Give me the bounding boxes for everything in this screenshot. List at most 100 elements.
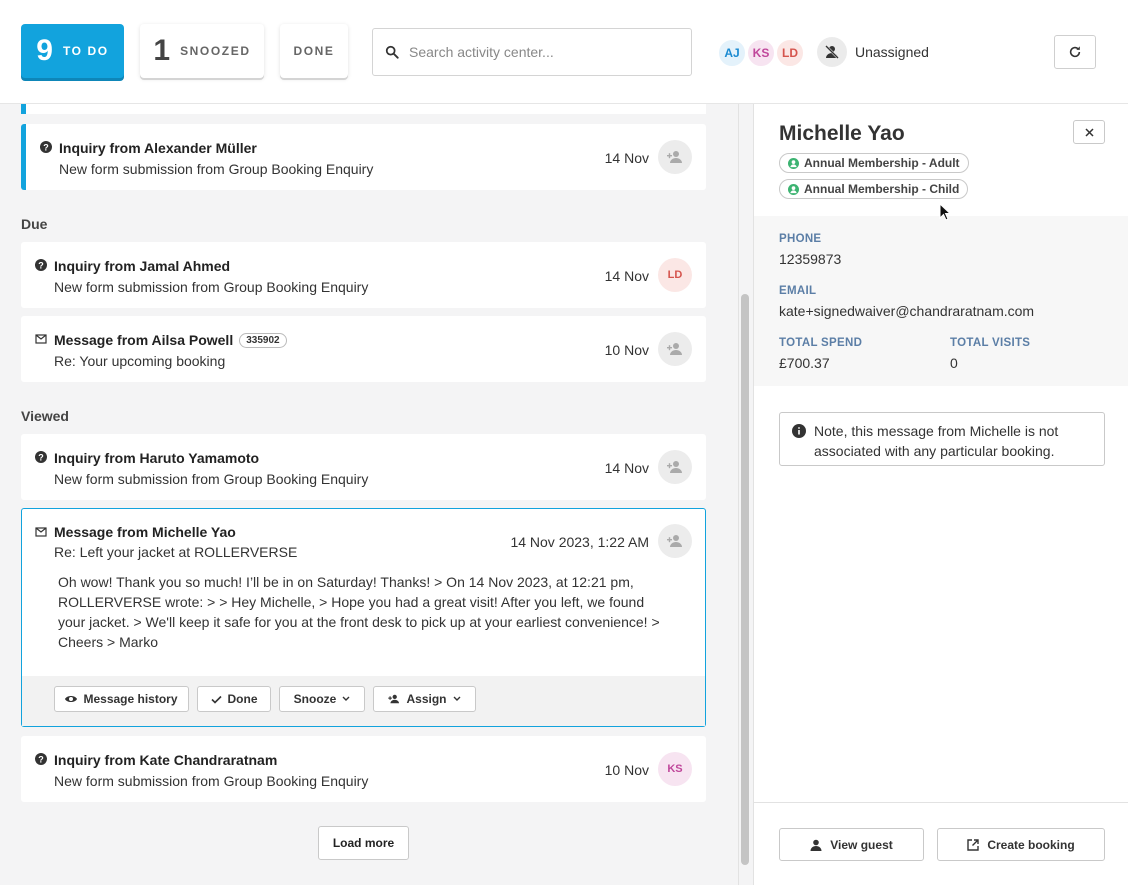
question-icon: ? — [40, 141, 52, 153]
expanded-subtitle: Re: Left your jacket at ROLLERVERSE — [54, 544, 298, 560]
item-date: 14 Nov — [604, 460, 649, 476]
total-spend-value: £700.37 — [779, 355, 830, 371]
done-label: DONE — [293, 44, 335, 58]
assignee-avatar[interactable]: KS — [658, 752, 692, 786]
assign-label: Assign — [406, 692, 447, 706]
assignee-avatar[interactable]: LD — [658, 258, 692, 292]
item-date: 10 Nov — [604, 342, 649, 358]
list-item[interactable]: ? Inquiry from Kate Chandraratnam New fo… — [21, 736, 706, 802]
item-subtitle: New form submission from Group Booking E… — [54, 471, 369, 487]
section-due: Due — [21, 216, 48, 232]
assign-user-button[interactable] — [658, 450, 692, 484]
item-date: 14 Nov — [604, 150, 649, 166]
message-history-label: Message history — [83, 692, 178, 706]
assignee-filter-ld[interactable]: LD — [775, 38, 805, 68]
note-text: Note, this message from Michelle is not … — [814, 423, 1059, 459]
unread-marker — [21, 124, 26, 190]
panel-divider — [738, 104, 739, 885]
item-date: 14 Nov — [604, 268, 649, 284]
unassigned-filter[interactable]: Unassigned — [817, 37, 929, 67]
item-subtitle: Re: Your upcoming booking — [54, 353, 226, 369]
chevron-down-icon — [453, 696, 460, 701]
list-item[interactable]: Message from Ailsa Powell 335902 Re: Your… — [21, 316, 706, 382]
expanded-message-card[interactable]: Message from Michelle Yao Re: Left your … — [21, 508, 706, 727]
expanded-title: Message from Michelle Yao — [54, 524, 236, 540]
snoozed-label: SNOOZED — [180, 44, 251, 58]
item-title: Inquiry from Haruto Yamamoto — [54, 450, 260, 466]
booking-note: Note, this message from Michelle is not … — [779, 412, 1105, 466]
item-subtitle: New form submission from Group Booking E… — [54, 773, 369, 789]
assignee-filter-aj[interactable]: AJ — [717, 38, 747, 68]
snoozed-count: 1 — [153, 34, 171, 67]
guest-info: PHONE 12359873 EMAIL kate+signedwaiver@c… — [754, 216, 1128, 386]
load-more-button[interactable]: Load more — [318, 826, 409, 860]
activity-header: 9 TO DO 1 SNOOZED DONE AJ KS LD Unassign… — [0, 0, 1128, 104]
svg-text:?: ? — [43, 143, 49, 153]
unassigned-user-icon — [817, 37, 847, 67]
question-icon: ? — [35, 451, 47, 463]
member-check-icon — [788, 157, 799, 169]
membership-badge: Annual Membership - Adult — [779, 153, 969, 173]
svg-text:?: ? — [38, 755, 44, 765]
snooze-button[interactable]: Snooze — [279, 686, 365, 712]
message-actions: Message history Done Snooze Assign — [22, 676, 705, 726]
assign-user-button[interactable] — [658, 524, 692, 558]
refresh-button[interactable] — [1054, 35, 1096, 69]
list-item[interactable]: ? Inquiry from Jamal Ahmed New form subm… — [21, 242, 706, 308]
envelope-icon — [35, 334, 47, 344]
membership-label: Annual Membership - Adult — [804, 156, 960, 170]
membership-badge: Annual Membership - Child — [779, 179, 969, 199]
done-label: Done — [227, 692, 258, 706]
snooze-label: Snooze — [293, 692, 337, 706]
question-icon: ? — [35, 259, 47, 271]
assignee-filter-ks[interactable]: KS — [746, 38, 776, 68]
svg-text:?: ? — [38, 261, 44, 271]
add-user-icon — [667, 343, 682, 355]
list-item[interactable]: ? Inquiry from Alexander Müller New form… — [21, 124, 706, 190]
item-title: Inquiry from Jamal Ahmed — [54, 258, 231, 274]
question-icon: ? — [35, 753, 47, 765]
total-spend-label: TOTAL SPEND — [779, 337, 863, 349]
assign-user-button[interactable] — [658, 140, 692, 174]
assign-button[interactable]: Assign — [373, 686, 476, 712]
tab-to-do[interactable]: 9 TO DO — [21, 24, 124, 78]
todo-label: TO DO — [62, 44, 109, 58]
view-guest-label: View guest — [830, 837, 893, 852]
check-icon — [210, 695, 222, 704]
message-body: Oh wow! Thank you so much! I’ll be in on… — [58, 574, 660, 650]
search-input[interactable] — [409, 44, 679, 60]
phone-label: PHONE — [779, 233, 822, 245]
close-button[interactable] — [1073, 120, 1105, 144]
item-subtitle: New form submission from Group Booking E… — [54, 279, 369, 295]
list-item-partial[interactable] — [21, 104, 706, 114]
user-icon — [810, 839, 822, 851]
email-value: kate+signedwaiver@chandraratnam.com — [779, 303, 1035, 319]
item-title: Inquiry from Alexander Müller — [59, 140, 257, 156]
add-user-icon — [388, 694, 400, 704]
todo-count: 9 — [36, 34, 53, 67]
create-booking-button[interactable]: Create booking — [937, 828, 1105, 861]
svg-text:?: ? — [38, 453, 44, 463]
list-scrollbar[interactable] — [741, 294, 749, 865]
done-button[interactable]: Done — [197, 686, 271, 712]
tab-done[interactable]: DONE — [280, 24, 348, 78]
member-check-icon — [788, 183, 799, 195]
section-viewed: Viewed — [21, 408, 69, 424]
chevron-down-icon — [342, 696, 350, 701]
envelope-icon — [35, 527, 47, 537]
list-item[interactable]: ? Inquiry from Haruto Yamamoto New form … — [21, 434, 706, 500]
booking-ref-badge: 335902 — [239, 332, 287, 348]
panel-footer: View guest Create booking — [754, 802, 1128, 885]
unread-marker — [21, 104, 26, 114]
phone-value: 12359873 — [779, 251, 842, 267]
unassigned-label: Unassigned — [855, 44, 929, 60]
add-user-icon — [667, 461, 682, 473]
assign-user-button[interactable] — [658, 332, 692, 366]
refresh-icon — [1069, 46, 1081, 58]
message-history-button[interactable]: Message history — [54, 686, 189, 712]
close-icon — [1084, 127, 1094, 137]
item-title: Inquiry from Kate Chandraratnam — [54, 752, 278, 768]
view-guest-button[interactable]: View guest — [779, 828, 924, 861]
add-user-icon — [667, 151, 682, 163]
tab-snoozed[interactable]: 1 SNOOZED — [140, 24, 264, 78]
